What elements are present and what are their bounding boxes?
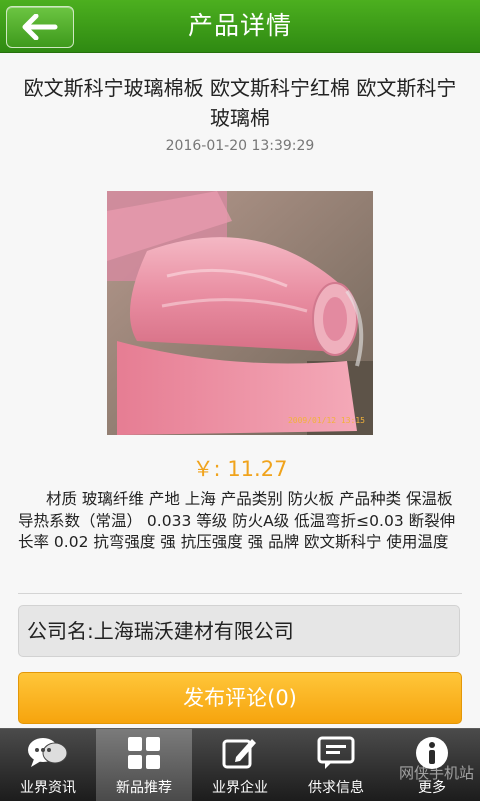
tab-more[interactable]: 更多	[384, 729, 480, 801]
divider	[18, 593, 462, 594]
tab-label: 业界资讯	[20, 780, 76, 796]
grid-icon	[96, 733, 192, 773]
tab-industry-companies[interactable]: 业界企业	[192, 729, 288, 801]
company-name[interactable]: 公司名:上海瑞沃建材有限公司	[18, 605, 460, 657]
tab-label: 新品推荐	[116, 780, 172, 796]
bottom-tab-bar: 业界资讯 新品推荐 业界企业 供求信息 更多 网侠手机站	[0, 728, 480, 801]
page-title: 产品详情	[187, 11, 292, 40]
product-description: 材质 玻璃纤维 产地 上海 产品类别 防火板 产品种类 保温板 导热系数（常温）…	[18, 490, 456, 551]
tab-label: 更多	[418, 780, 446, 796]
chat-bubbles-icon	[0, 733, 96, 773]
message-icon	[288, 733, 384, 773]
top-bar: 产品详情	[0, 0, 480, 53]
product-photo: 2009/01/12 13:15	[107, 191, 373, 435]
info-icon	[384, 733, 480, 773]
insulation-roll-image	[107, 191, 373, 435]
post-comment-button[interactable]: 发布评论(0)	[18, 672, 462, 724]
publish-date: 2016-01-20 13:39:29	[165, 138, 315, 154]
edit-icon	[192, 733, 288, 773]
tab-label: 供求信息	[308, 780, 364, 796]
product-title: 欧文斯科宁玻璃棉板 欧文斯科宁红棉 欧文斯科宁玻璃棉	[23, 76, 457, 130]
tab-supply-demand[interactable]: 供求信息	[288, 729, 384, 801]
tab-industry-news[interactable]: 业界资讯	[0, 729, 96, 801]
photo-timestamp: 2009/01/12 13:15	[287, 416, 365, 425]
product-detail: 欧文斯科宁玻璃棉板 欧文斯科宁红棉 欧文斯科宁玻璃棉 2016-01-20 13…	[0, 53, 480, 728]
tab-label: 业界企业	[212, 780, 268, 796]
tab-new-products[interactable]: 新品推荐	[96, 729, 192, 801]
product-price: ￥: 11.27	[192, 457, 288, 481]
